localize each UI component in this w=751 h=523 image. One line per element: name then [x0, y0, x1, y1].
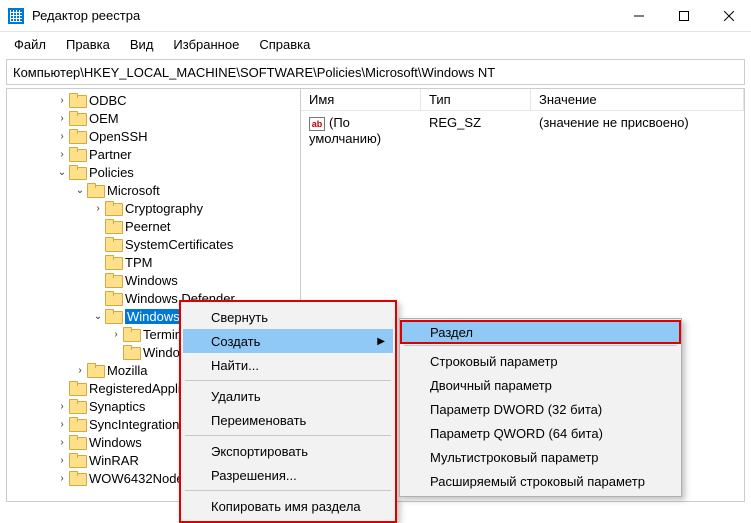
close-button[interactable]	[706, 1, 751, 31]
menu-file[interactable]: Файл	[4, 34, 56, 55]
ctx-new-dword[interactable]: Параметр DWORD (32 бита)	[402, 397, 679, 421]
value-header: Имя Тип Значение	[301, 89, 744, 111]
maximize-button[interactable]	[661, 1, 706, 31]
expand-icon[interactable]: ›	[55, 419, 69, 430]
menu-edit[interactable]: Правка	[56, 34, 120, 55]
folder-icon	[69, 93, 85, 107]
expand-icon[interactable]: ›	[55, 473, 69, 484]
tree-item-systemcertificates[interactable]: SystemCertificates	[7, 235, 300, 253]
ctx-new-binary[interactable]: Двоичный параметр	[402, 373, 679, 397]
folder-icon	[69, 471, 85, 485]
expand-icon[interactable]: ›	[109, 329, 123, 340]
value-type: REG_SZ	[421, 113, 531, 148]
folder-icon	[87, 363, 103, 377]
context-menu-new-submenu: Раздел Строковый параметр Двоичный парам…	[399, 318, 682, 497]
string-value-icon: ab	[309, 117, 325, 131]
menu-favorites[interactable]: Избранное	[163, 34, 249, 55]
folder-icon	[105, 201, 121, 215]
separator	[185, 435, 391, 436]
ctx-new-string[interactable]: Строковый параметр	[402, 349, 679, 373]
tree-item-peernet[interactable]: Peernet	[7, 217, 300, 235]
submenu-arrow-icon: ▶	[377, 336, 385, 347]
col-value[interactable]: Значение	[531, 89, 744, 110]
minimize-button[interactable]	[616, 1, 661, 31]
folder-icon	[69, 453, 85, 467]
collapse-icon[interactable]: ⌄	[73, 185, 87, 196]
tree-item-partner[interactable]: ›Partner	[7, 145, 300, 163]
tree-item-microsoft[interactable]: ⌄Microsoft	[7, 181, 300, 199]
expand-icon[interactable]: ›	[55, 95, 69, 106]
expand-icon[interactable]: ›	[73, 365, 87, 376]
folder-icon	[123, 327, 139, 341]
separator	[185, 380, 391, 381]
expand-icon[interactable]: ›	[55, 149, 69, 160]
menu-view[interactable]: Вид	[120, 34, 164, 55]
folder-icon	[105, 273, 121, 287]
expand-icon[interactable]: ›	[55, 437, 69, 448]
ctx-new-multistring[interactable]: Мультистроковый параметр	[402, 445, 679, 469]
folder-icon	[105, 291, 121, 305]
address-bar[interactable]: Компьютер\HKEY_LOCAL_MACHINE\SOFTWARE\Po…	[6, 59, 745, 85]
tree-item-tpm[interactable]: TPM	[7, 253, 300, 271]
value-row-default[interactable]: ab(По умолчанию) REG_SZ (значение не при…	[301, 111, 744, 150]
ctx-new-qword[interactable]: Параметр QWORD (64 бита)	[402, 421, 679, 445]
expand-icon[interactable]: ›	[91, 203, 105, 214]
collapse-icon[interactable]: ⌄	[55, 167, 69, 178]
expand-icon[interactable]: ›	[55, 401, 69, 412]
folder-icon	[69, 111, 85, 125]
folder-icon	[69, 381, 85, 395]
tree-item-windows[interactable]: Windows	[7, 271, 300, 289]
col-type[interactable]: Тип	[421, 89, 531, 110]
folder-icon	[69, 165, 85, 179]
ctx-delete[interactable]: Удалить	[183, 384, 393, 408]
folder-icon	[105, 237, 121, 251]
title-bar: Редактор реестра	[0, 0, 751, 32]
folder-icon	[69, 435, 85, 449]
collapse-icon[interactable]: ⌄	[91, 311, 105, 322]
ctx-collapse[interactable]: Свернуть	[183, 305, 393, 329]
window-title: Редактор реестра	[32, 8, 616, 23]
ctx-permissions[interactable]: Разрешения...	[183, 463, 393, 487]
folder-icon	[123, 345, 139, 359]
menu-bar: Файл Правка Вид Избранное Справка	[0, 32, 751, 56]
folder-icon	[105, 255, 121, 269]
ctx-new-expandstring[interactable]: Расширяемый строковый параметр	[402, 469, 679, 493]
expand-icon[interactable]: ›	[55, 131, 69, 142]
col-name[interactable]: Имя	[301, 89, 421, 110]
value-data: (значение не присвоено)	[531, 113, 744, 148]
ctx-export[interactable]: Экспортировать	[183, 439, 393, 463]
ctx-rename[interactable]: Переименовать	[183, 408, 393, 432]
menu-help[interactable]: Справка	[249, 34, 320, 55]
ctx-find[interactable]: Найти...	[183, 353, 393, 377]
folder-icon	[69, 417, 85, 431]
ctx-new-key[interactable]: Раздел	[400, 320, 681, 344]
folder-icon	[69, 147, 85, 161]
expand-icon[interactable]: ›	[55, 113, 69, 124]
expand-icon[interactable]: ›	[55, 455, 69, 466]
folder-icon	[69, 399, 85, 413]
folder-icon	[105, 309, 121, 323]
tree-item-policies[interactable]: ⌄Policies	[7, 163, 300, 181]
app-icon	[8, 8, 24, 24]
tree-item-odbc[interactable]: ›ODBC	[7, 91, 300, 109]
folder-icon	[87, 183, 103, 197]
ctx-copy-key-name[interactable]: Копировать имя раздела	[183, 494, 393, 518]
separator	[404, 345, 677, 346]
address-text: Компьютер\HKEY_LOCAL_MACHINE\SOFTWARE\Po…	[13, 65, 495, 80]
folder-icon	[69, 129, 85, 143]
context-menu-primary: Свернуть Создать▶ Найти... Удалить Переи…	[179, 300, 397, 523]
ctx-new[interactable]: Создать▶	[183, 329, 393, 353]
folder-icon	[105, 219, 121, 233]
tree-item-oem[interactable]: ›OEM	[7, 109, 300, 127]
tree-item-openssh[interactable]: ›OpenSSH	[7, 127, 300, 145]
separator	[185, 490, 391, 491]
tree-item-cryptography[interactable]: ›Cryptography	[7, 199, 300, 217]
